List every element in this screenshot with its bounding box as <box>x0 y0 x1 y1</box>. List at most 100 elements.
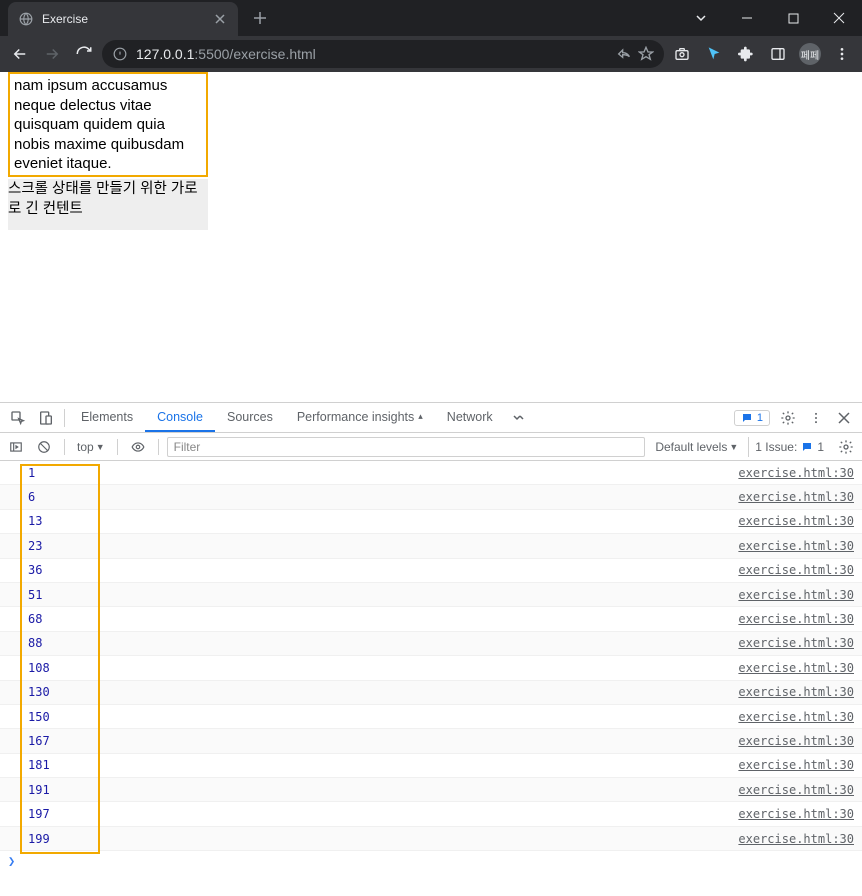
console-source-link[interactable]: exercise.html:30 <box>738 588 854 602</box>
tab-console[interactable]: Console <box>145 403 215 432</box>
console-row[interactable]: 130 exercise.html:30 <box>0 681 862 705</box>
close-devtools-icon[interactable] <box>830 403 858 432</box>
maximize-button[interactable] <box>770 0 816 36</box>
toggle-sidebar-icon[interactable] <box>4 435 28 459</box>
context-selector[interactable]: top▼ <box>73 440 109 454</box>
console-row[interactable]: 150 exercise.html:30 <box>0 705 862 729</box>
forward-button[interactable] <box>38 40 66 68</box>
console-row[interactable]: 181 exercise.html:30 <box>0 754 862 778</box>
console-source-link[interactable]: exercise.html:30 <box>738 783 854 797</box>
console-value: 108 <box>28 661 50 675</box>
clear-console-icon[interactable] <box>32 435 56 459</box>
console-row[interactable]: 199 exercise.html:30 <box>0 827 862 851</box>
close-tab-button[interactable] <box>212 11 228 27</box>
console-source-link[interactable]: exercise.html:30 <box>738 832 854 846</box>
minimize-button[interactable] <box>724 0 770 36</box>
console-source-link[interactable]: exercise.html:30 <box>738 612 854 626</box>
tab-search-button[interactable] <box>678 0 724 36</box>
address-bar[interactable]: 127.0.0.1:5500/exercise.html <box>102 40 664 68</box>
console-source-link[interactable]: exercise.html:30 <box>738 710 854 724</box>
tab-elements[interactable]: Elements <box>69 403 145 432</box>
console-value: 68 <box>28 612 42 626</box>
console-row[interactable]: 197 exercise.html:30 <box>0 802 862 826</box>
console-source-link[interactable]: exercise.html:30 <box>738 514 854 528</box>
console-source-link[interactable]: exercise.html:30 <box>738 490 854 504</box>
console-value: 1 <box>28 466 35 480</box>
console-prompt[interactable]: ❯ <box>0 851 862 871</box>
error-count-badge[interactable]: 1 <box>734 410 770 426</box>
tab-title: Exercise <box>42 12 204 26</box>
reload-button[interactable] <box>70 40 98 68</box>
console-source-link[interactable]: exercise.html:30 <box>738 734 854 748</box>
window-controls <box>724 0 862 36</box>
new-tab-button[interactable] <box>246 4 274 32</box>
console-row[interactable]: 36 exercise.html:30 <box>0 559 862 583</box>
console-row[interactable]: 23 exercise.html:30 <box>0 534 862 558</box>
console-source-link[interactable]: exercise.html:30 <box>738 636 854 650</box>
page-viewport: nam ipsum accusamus neque delectus vitae… <box>0 72 862 402</box>
live-expression-icon[interactable] <box>126 435 150 459</box>
console-value: 199 <box>28 832 50 846</box>
console-source-link[interactable]: exercise.html:30 <box>738 466 854 480</box>
console-output: 1 exercise.html:30 6 exercise.html:30 13 exer… <box>0 461 862 896</box>
console-source-link[interactable]: exercise.html:30 <box>738 539 854 553</box>
console-value: 181 <box>28 758 50 772</box>
console-value: 6 <box>28 490 35 504</box>
console-source-link[interactable]: exercise.html:30 <box>738 661 854 675</box>
issues-button[interactable]: 1 Issue: 1 <box>748 437 830 457</box>
console-row[interactable]: 1 exercise.html:30 <box>0 461 862 485</box>
close-window-button[interactable] <box>816 0 862 36</box>
more-tabs-icon[interactable] <box>505 403 533 432</box>
browser-titlebar: Exercise <box>0 0 862 36</box>
device-toggle-icon[interactable] <box>32 403 60 432</box>
console-source-link[interactable]: exercise.html:30 <box>738 807 854 821</box>
console-row[interactable]: 191exercise.html:30 <box>0 778 862 802</box>
console-value: 88 <box>28 636 42 650</box>
devtools-tabbar: Elements Console Sources Performance ins… <box>0 403 862 433</box>
bookmark-icon[interactable] <box>638 46 654 62</box>
console-value: 197 <box>28 807 50 821</box>
console-source-link[interactable]: exercise.html:30 <box>738 758 854 772</box>
camera-extension-icon[interactable] <box>668 40 696 68</box>
console-value: 36 <box>28 563 42 577</box>
console-source-link[interactable]: exercise.html:30 <box>738 563 854 577</box>
filter-input[interactable]: Filter <box>167 437 646 457</box>
share-icon[interactable] <box>616 46 632 62</box>
console-settings-icon[interactable] <box>834 435 858 459</box>
console-row[interactable]: 108 exercise.html:30 <box>0 656 862 680</box>
url-text: 127.0.0.1:5500/exercise.html <box>136 46 316 62</box>
console-row[interactable]: 167 exercise.html:30 <box>0 729 862 753</box>
console-value: 167 <box>28 734 50 748</box>
tab-sources[interactable]: Sources <box>215 403 285 432</box>
profile-avatar[interactable]: 페페 <box>796 40 824 68</box>
browser-tab[interactable]: Exercise <box>8 2 238 36</box>
console-row[interactable]: 51 exercise.html:30 <box>0 583 862 607</box>
console-row[interactable]: 88 exercise.html:30 <box>0 632 862 656</box>
extensions-icon[interactable] <box>732 40 760 68</box>
menu-icon[interactable] <box>828 40 856 68</box>
console-value: 23 <box>28 539 42 553</box>
site-info-icon[interactable] <box>112 46 128 62</box>
flask-icon: ▴ <box>418 411 423 422</box>
settings-icon[interactable] <box>774 403 802 432</box>
console-toolbar: top▼ Filter Default levels▼ 1 Issue: 1 <box>0 433 862 461</box>
side-panel-icon[interactable] <box>764 40 792 68</box>
overflow-text: 스크롤 상태를 만들기 위한 가로로 긴 컨텐트 <box>8 179 208 230</box>
console-row[interactable]: 13 exercise.html:30 <box>0 510 862 534</box>
console-source-link[interactable]: exercise.html:30 <box>738 685 854 699</box>
console-value: 51 <box>28 588 42 602</box>
tab-performance-insights[interactable]: Performance insights▴ <box>285 403 435 432</box>
highlighted-text-box: nam ipsum accusamus neque delectus vitae… <box>8 72 208 177</box>
console-row[interactable]: 6 exercise.html:30 <box>0 485 862 509</box>
back-button[interactable] <box>6 40 34 68</box>
inspect-icon[interactable] <box>4 403 32 432</box>
console-value: 130 <box>28 685 50 699</box>
devtools-panel: Elements Console Sources Performance ins… <box>0 402 862 896</box>
console-row[interactable]: 68 exercise.html:30 <box>0 607 862 631</box>
log-levels-selector[interactable]: Default levels▼ <box>649 440 744 454</box>
kebab-menu-icon[interactable] <box>802 403 830 432</box>
console-value: 13 <box>28 514 42 528</box>
tab-network[interactable]: Network <box>435 403 505 432</box>
cursor-extension-icon[interactable] <box>700 40 728 68</box>
console-value: 150 <box>28 710 50 724</box>
